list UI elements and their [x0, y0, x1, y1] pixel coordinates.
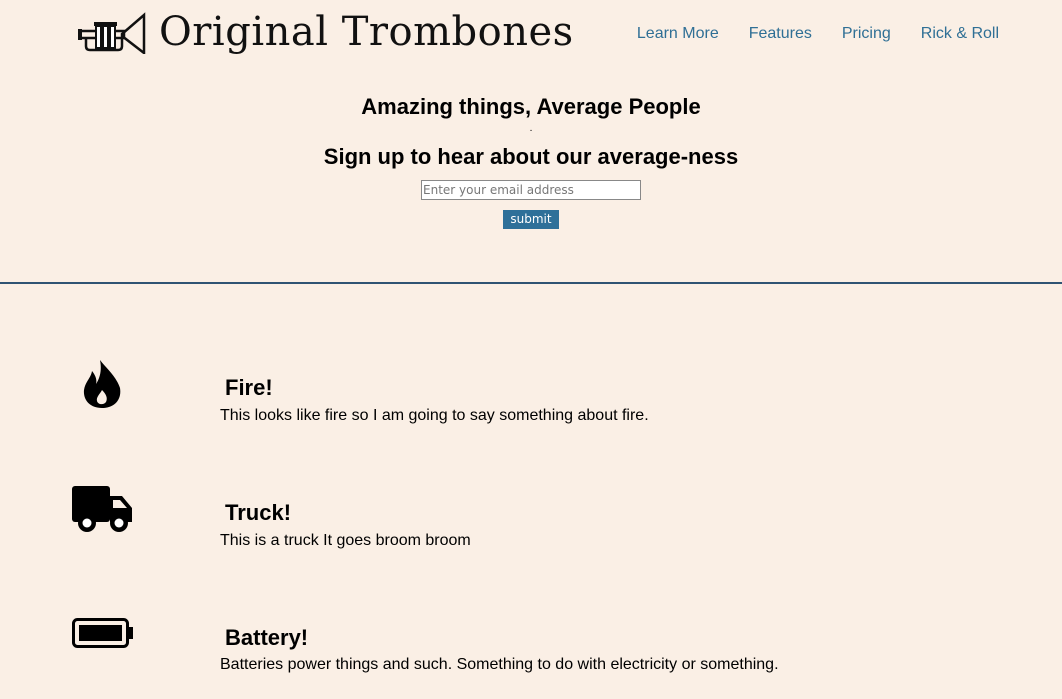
- feature-title: Fire!: [225, 375, 273, 400]
- nav-features[interactable]: Features: [749, 24, 812, 44]
- feature-title: Truck!: [225, 500, 292, 525]
- feature-fire: Fire! This looks like fire so I am going…: [0, 358, 1062, 438]
- section-divider: [0, 282, 1062, 284]
- brand-name[interactable]: Original Trombones: [159, 6, 574, 58]
- hero-subheadline: Sign up to hear about our average-ness: [323, 144, 739, 169]
- nav-rick-and-roll[interactable]: Rick & Roll: [921, 24, 999, 44]
- submit-button[interactable]: submit: [503, 210, 559, 229]
- nav-learn-more[interactable]: Learn More: [637, 24, 719, 44]
- feature-description: This looks like fire so I am going to sa…: [220, 407, 649, 424]
- feature-title: Battery!: [225, 625, 309, 650]
- trumpet-icon: [78, 12, 146, 54]
- main-nav: Learn More Features Pricing Rick & Roll: [637, 24, 999, 44]
- battery-icon: [72, 618, 133, 648]
- feature-description: Batteries power things and such. Somethi…: [220, 656, 779, 673]
- feature-description: This is a truck It goes broom broom: [220, 532, 471, 549]
- nav-pricing[interactable]: Pricing: [842, 24, 891, 44]
- signup-hero: Amazing things, Average People . Sign up…: [0, 92, 1062, 229]
- feature-battery: Battery! Batteries power things and such…: [0, 612, 1062, 692]
- hero-separator: .: [529, 123, 533, 134]
- fire-icon: [83, 360, 121, 408]
- truck-icon: [72, 486, 132, 532]
- site-header: Original Trombones Learn More Features P…: [0, 0, 1062, 70]
- email-input[interactable]: [421, 180, 641, 200]
- hero-headline: Amazing things, Average People: [361, 94, 701, 119]
- feature-truck: Truck! This is a truck It goes broom bro…: [0, 484, 1062, 564]
